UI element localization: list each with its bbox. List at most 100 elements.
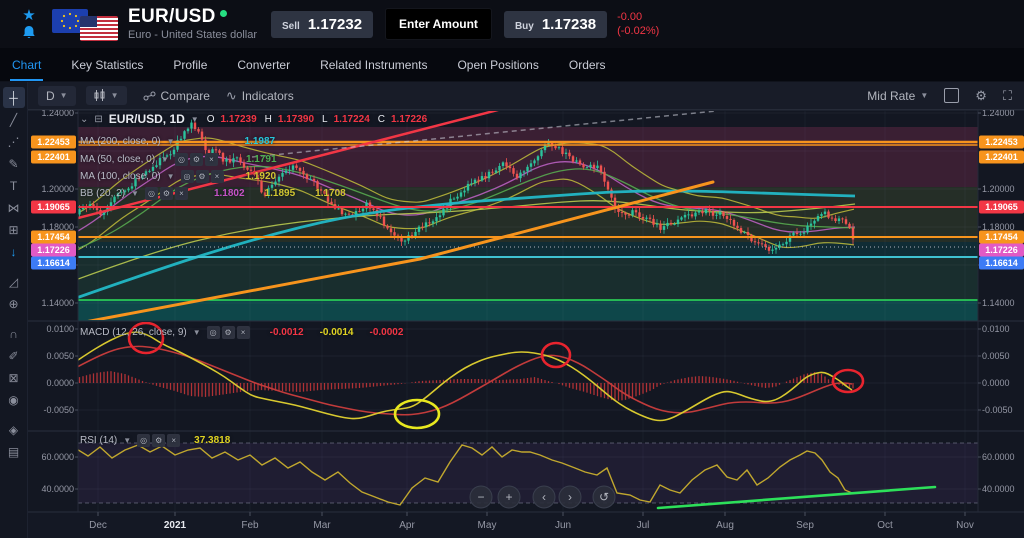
brush-tool[interactable]: ✎ [3,153,25,174]
price-tick: 1.20000 [982,184,1015,194]
indicator-value: 1.1708 [315,188,346,199]
chevron-down-icon[interactable]: ▼ [191,115,199,124]
sell-button[interactable]: Sell 1.17232 [271,10,374,38]
tab-converter[interactable]: Converter [235,49,292,81]
svg-text:1.17226: 1.17226 [985,245,1018,255]
maximize-icon[interactable]: ⊟ [94,114,102,125]
chevron-down-icon[interactable]: ▼ [161,155,169,164]
collapse-icon[interactable]: ⌄ [80,114,88,125]
object-tree-tool[interactable]: ◈ [3,419,25,440]
reset-view-button[interactable]: ↺ [592,485,616,509]
svg-text:›: › [568,490,572,504]
zoom-out-button[interactable]: − [469,485,493,509]
close-icon[interactable]: × [167,434,181,447]
gear-icon[interactable]: ⚙ [195,170,209,183]
tab-profile[interactable]: Profile [171,49,209,81]
close-icon[interactable]: × [174,187,188,200]
tab-orders[interactable]: Orders [567,49,608,81]
gear-icon[interactable]: ⚙ [152,434,166,447]
chevron-down-icon[interactable]: ▼ [167,137,175,146]
fullscreen-icon[interactable]: ⛶ [1003,88,1012,104]
draw-lock-tool[interactable]: ✐ [3,345,25,366]
price-tick: -0.0050 [982,405,1013,415]
arrow-marker-tool[interactable]: ↓ [3,241,25,262]
indicator-value: 37.3818 [194,435,231,446]
price-change: -0.00 (-0.02%) [617,10,659,39]
tab-open-positions[interactable]: Open Positions [455,49,540,81]
time-axis-label[interactable]: 2021 [164,520,187,531]
gear-icon[interactable]: ⚙ [159,187,173,200]
eye-icon[interactable]: ◎ [206,326,220,339]
eye-icon[interactable]: ◎ [137,434,151,447]
chevron-down-icon[interactable]: ▼ [123,436,131,445]
chart-toolbar: D ▼ ▼ Compare ∿ Indicators Mid Rate ▼ ⚙ … [28,82,1024,110]
hide-all-tool[interactable]: ◉ [3,389,25,410]
tab-related-instruments[interactable]: Related Instruments [318,49,429,81]
time-axis-label[interactable]: Oct [877,520,893,531]
measure-tool[interactable]: ◿ [3,271,25,292]
time-axis-label[interactable]: Feb [241,520,259,531]
scroll-right-button[interactable]: › [558,485,582,509]
favorite-star-icon[interactable]: ★ [22,8,35,24]
time-axis-label[interactable]: Sep [796,520,814,531]
buy-label: Buy [514,20,534,32]
eye-icon[interactable]: ◎ [144,187,158,200]
gear-icon[interactable]: ⚙ [221,326,235,339]
high-label: H [264,113,272,125]
eye-icon[interactable]: ◎ [174,153,188,166]
zoom-in-tool[interactable]: ⊕ [3,293,25,314]
svg-text:1.22453: 1.22453 [985,137,1018,147]
scroll-left-button[interactable]: ‹ [532,485,556,509]
forecast-tool[interactable]: ⊞ [3,219,25,240]
time-axis-label[interactable]: Dec [89,520,107,531]
close-icon[interactable]: × [204,153,218,166]
tab-chart[interactable]: Chart [10,49,44,81]
snapshot-icon[interactable] [944,88,960,103]
close-icon[interactable]: × [210,170,224,183]
time-axis-label[interactable]: Apr [399,520,415,531]
close-icon[interactable]: × [236,326,250,339]
interval-select[interactable]: D ▼ [38,85,76,106]
alert-bell-icon[interactable] [22,25,36,40]
indicator-label: BB (20, 2) [80,188,126,199]
indicator-value: 1.1920 [245,171,277,182]
time-axis-label[interactable]: Jul [637,520,650,531]
eye-icon[interactable]: ◎ [180,170,194,183]
price-mode-select[interactable]: Mid Rate ▼ [867,89,928,103]
gear-icon[interactable]: ⚙ [189,153,203,166]
pattern-tool[interactable]: ⋈ [3,197,25,218]
price-tick: -0.0050 [43,405,74,415]
indicator-label: RSI (14) [80,435,118,446]
chevron-down-icon[interactable]: ▼ [167,172,175,181]
tab-key-statistics[interactable]: Key Statistics [69,49,145,81]
buy-button[interactable]: Buy 1.17238 [503,10,608,38]
indicators-button[interactable]: ∿ Indicators [226,88,294,104]
time-axis-label[interactable]: Mar [313,520,331,531]
drawing-toolbar: ┼ ╱ ⋰ ✎ T ⋈ ⊞ ↓ ◿ ⊕ ∩ ✐ ⊠ ◉ ◈ ▤ [0,82,28,538]
channel-tool[interactable]: ⋰ [3,131,25,152]
text-tool[interactable]: T [3,175,25,196]
chart-type-select[interactable]: ▼ [85,86,127,105]
compare-button[interactable]: Compare [143,89,210,103]
time-axis-label[interactable]: Jun [555,520,571,531]
time-axis-label[interactable]: May [478,520,497,531]
lock-all-tool[interactable]: ⊠ [3,367,25,388]
chevron-down-icon[interactable]: ▼ [131,189,139,198]
price-tick: 0.0000 [982,378,1010,388]
enter-amount-button[interactable]: Enter Amount [385,8,492,40]
remove-all-tool[interactable]: ▤ [3,441,25,462]
zoom-in-button[interactable]: + [497,485,521,509]
crosshair-tool[interactable]: ┼ [2,87,25,108]
trendline-tool[interactable]: ╱ [3,109,25,130]
chevron-down-icon[interactable]: ▼ [193,328,201,337]
svg-text:1.22453: 1.22453 [37,137,70,147]
svg-text:1.17226: 1.17226 [37,245,70,255]
time-axis-label[interactable]: Aug [716,520,734,531]
magnet-tool[interactable]: ∩ [3,323,25,344]
time-axis-label[interactable]: Nov [956,520,974,531]
compare-label: Compare [160,88,210,103]
gear-icon[interactable]: ⚙ [975,88,987,104]
price-tick: 60.0000 [41,452,74,462]
legend-title: EUR/USD, 1D [108,112,185,126]
svg-text:+: + [505,490,512,504]
